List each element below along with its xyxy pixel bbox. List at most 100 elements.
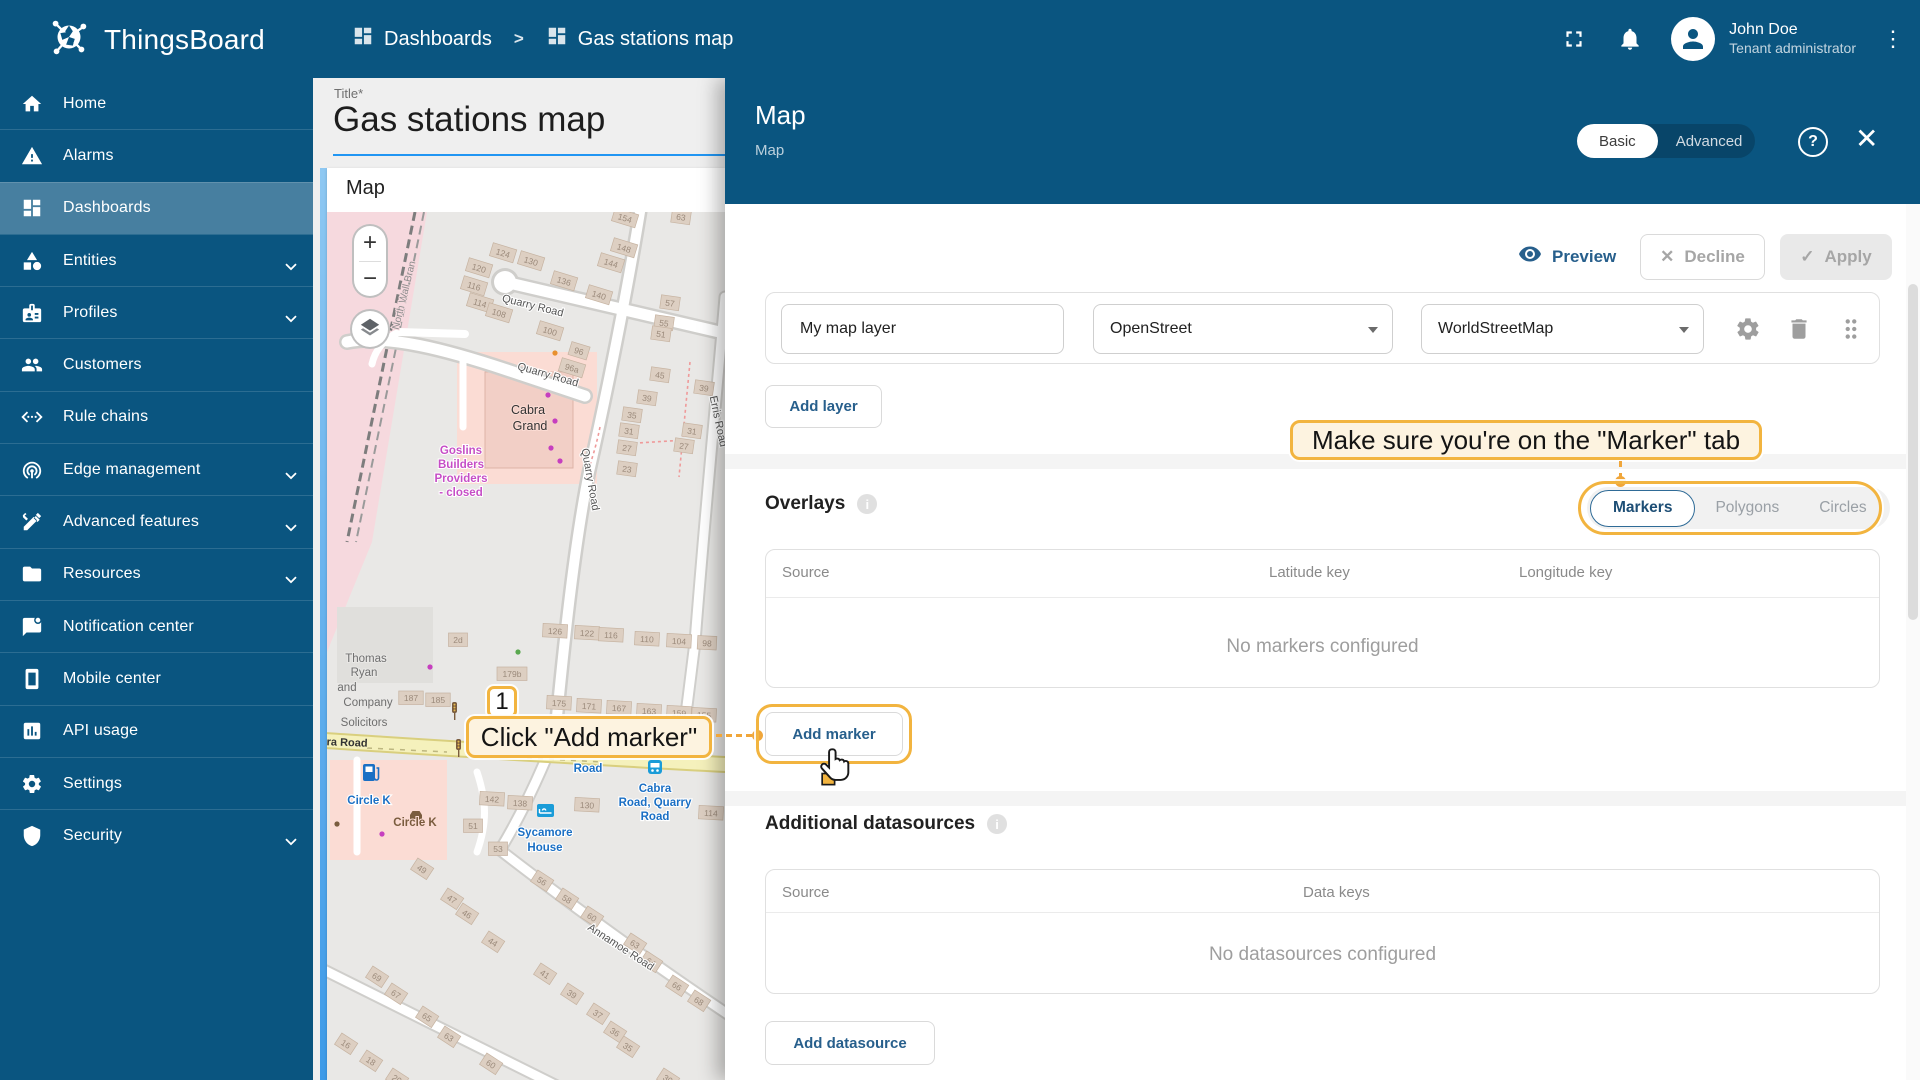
- breadcrumb-current-page[interactable]: Gas stations map: [546, 25, 734, 53]
- map-label: ra Road: [327, 736, 368, 749]
- profiles-icon: [21, 302, 43, 324]
- thingsboard-logo-icon: [46, 14, 92, 65]
- layer-delete-trash-icon[interactable]: [1786, 316, 1812, 342]
- sidebar: Home Alarms DashboardsEntities Profiles Cust…: [0, 78, 313, 1080]
- customers-icon: [21, 354, 43, 376]
- sidebar-item-dashboards[interactable]: Dashboards: [0, 182, 313, 234]
- sidebar-item-settings[interactable]: Settings: [0, 757, 313, 809]
- sidebar-item-edge-management[interactable]: Edge management: [0, 443, 313, 495]
- svg-text:63: 63: [676, 212, 687, 223]
- sidebar-item-label: Profiles: [63, 304, 118, 322]
- info-icon[interactable]: i: [987, 814, 1007, 834]
- thingsboard-app: ThingsBoard Dashboards > Gas stations ma…: [0, 0, 1920, 1080]
- add-layer-button[interactable]: Add layer: [765, 385, 882, 428]
- user-avatar[interactable]: [1671, 17, 1715, 61]
- map-layers-button[interactable]: [350, 309, 390, 349]
- settings-body: Preview ✕ Decline ✓ Apply OpenStreet: [725, 204, 1920, 1080]
- breadcrumb-dashboards[interactable]: Dashboards: [352, 25, 492, 53]
- map-label: Cabra: [511, 403, 545, 417]
- brand[interactable]: ThingsBoard: [46, 14, 265, 65]
- add-datasource-button[interactable]: Add datasource: [765, 1021, 935, 1065]
- map-canvas[interactable]: 1541481441401361301241201161141081009696…: [327, 212, 725, 1080]
- decline-button[interactable]: ✕ Decline: [1640, 234, 1765, 280]
- overlay-tabs: MarkersPolygonsCircles: [1587, 487, 1890, 529]
- fullscreen-icon[interactable]: [1559, 24, 1589, 54]
- map-label: Sycamore: [518, 827, 573, 839]
- add-marker-button[interactable]: Add marker: [765, 712, 903, 756]
- map-widget[interactable]: Map: [327, 168, 725, 1080]
- svg-text:2d: 2d: [453, 635, 463, 645]
- title-field-underline: [333, 154, 725, 156]
- map-label: Circle K: [347, 795, 391, 807]
- map-label: Goslins: [440, 445, 482, 457]
- scrollbar-thumb[interactable]: [1908, 284, 1918, 620]
- tab-circles[interactable]: Circles: [1799, 487, 1886, 529]
- sidebar-item-entities[interactable]: Entities: [0, 234, 313, 286]
- toggle-basic[interactable]: Basic: [1577, 124, 1658, 158]
- rule-icon: [21, 406, 43, 428]
- layer-drag-handle-icon[interactable]: [1838, 316, 1864, 342]
- eye-icon: [1518, 242, 1542, 271]
- topbar-actions: John Doe Tenant administrator ⋮: [1559, 0, 1902, 78]
- map-label: Road: [574, 763, 603, 775]
- zoom-out-button[interactable]: −: [354, 262, 386, 297]
- sidebar-item-notification-center[interactable]: Notification center: [0, 600, 313, 652]
- sidebar-item-label: API usage: [63, 722, 138, 740]
- sidebar-item-security[interactable]: Security: [0, 809, 313, 861]
- sidebar-item-profiles[interactable]: Profiles: [0, 286, 313, 338]
- layer-name-field[interactable]: [781, 304, 1064, 354]
- map-label: Grand: [513, 419, 548, 433]
- layer-settings-gear-icon[interactable]: [1735, 316, 1761, 342]
- svg-text:179b: 179b: [503, 669, 522, 679]
- svg-text:175: 175: [552, 698, 567, 709]
- svg-text:23: 23: [622, 464, 633, 475]
- layer-type-select[interactable]: WorldStreetMap: [1421, 304, 1704, 354]
- sidebar-item-resources[interactable]: Resources: [0, 548, 313, 600]
- tab-markers[interactable]: Markers: [1590, 490, 1695, 527]
- svg-text:116: 116: [604, 630, 618, 641]
- settings-subtitle: Map: [755, 142, 784, 159]
- sidebar-item-alarms[interactable]: Alarms: [0, 129, 313, 181]
- tab-polygons[interactable]: Polygons: [1695, 487, 1799, 529]
- notification-icon: [21, 616, 43, 638]
- zoom-in-button[interactable]: +: [354, 226, 386, 261]
- sidebar-item-customers[interactable]: Customers: [0, 338, 313, 390]
- apply-button[interactable]: ✓ Apply: [1780, 234, 1892, 280]
- section-divider: [725, 454, 1920, 469]
- map-provider-select[interactable]: OpenStreet: [1093, 304, 1393, 354]
- panel-scrollbar[interactable]: [1906, 204, 1920, 1080]
- svg-text:155: 155: [697, 710, 712, 721]
- edge-icon: [21, 459, 43, 481]
- dashboards-icon: [21, 197, 43, 219]
- sidebar-item-rule-chains[interactable]: Rule chains: [0, 391, 313, 443]
- sidebar-item-label: Customers: [63, 356, 142, 374]
- kebab-menu-icon[interactable]: ⋮: [1882, 26, 1902, 52]
- sidebar-item-mobile-center[interactable]: Mobile center: [0, 652, 313, 704]
- decline-x-icon: ✕: [1660, 247, 1674, 267]
- svg-text:110: 110: [640, 634, 654, 645]
- markers-table-header: Source Latitude key Longitude key: [766, 550, 1879, 597]
- sidebar-item-advanced-features[interactable]: Advanced features: [0, 495, 313, 547]
- toggle-advanced[interactable]: Advanced: [1658, 133, 1761, 150]
- preview-button[interactable]: Preview: [1518, 242, 1616, 271]
- sidebar-item-home[interactable]: Home: [0, 78, 313, 129]
- notifications-bell-icon[interactable]: [1615, 24, 1645, 54]
- map-layer-card: OpenStreet WorldStreetMap: [765, 292, 1880, 364]
- info-icon[interactable]: i: [857, 494, 877, 514]
- sidebar-item-label: Alarms: [63, 147, 114, 165]
- map-label: - closed: [439, 487, 482, 499]
- datasources-section-title: Additional datasources i: [765, 813, 1007, 835]
- chevron-down-icon: [1368, 327, 1378, 333]
- datasources-table-header: Source Data keys: [766, 870, 1879, 917]
- svg-text:114: 114: [704, 808, 718, 819]
- sidebar-item-label: Security: [63, 827, 122, 845]
- help-icon[interactable]: ?: [1798, 127, 1828, 157]
- close-icon[interactable]: ✕: [1855, 125, 1878, 153]
- sidebar-item-api-usage[interactable]: API usage: [0, 705, 313, 757]
- svg-text:35: 35: [627, 410, 638, 421]
- dashboard-grid-icon: [546, 25, 568, 53]
- layer-name-input[interactable]: [798, 319, 1047, 339]
- user-info[interactable]: John Doe Tenant administrator: [1729, 20, 1856, 58]
- map-label: Builders: [438, 459, 484, 471]
- dashboard-title-input[interactable]: Gas stations map: [333, 100, 605, 140]
